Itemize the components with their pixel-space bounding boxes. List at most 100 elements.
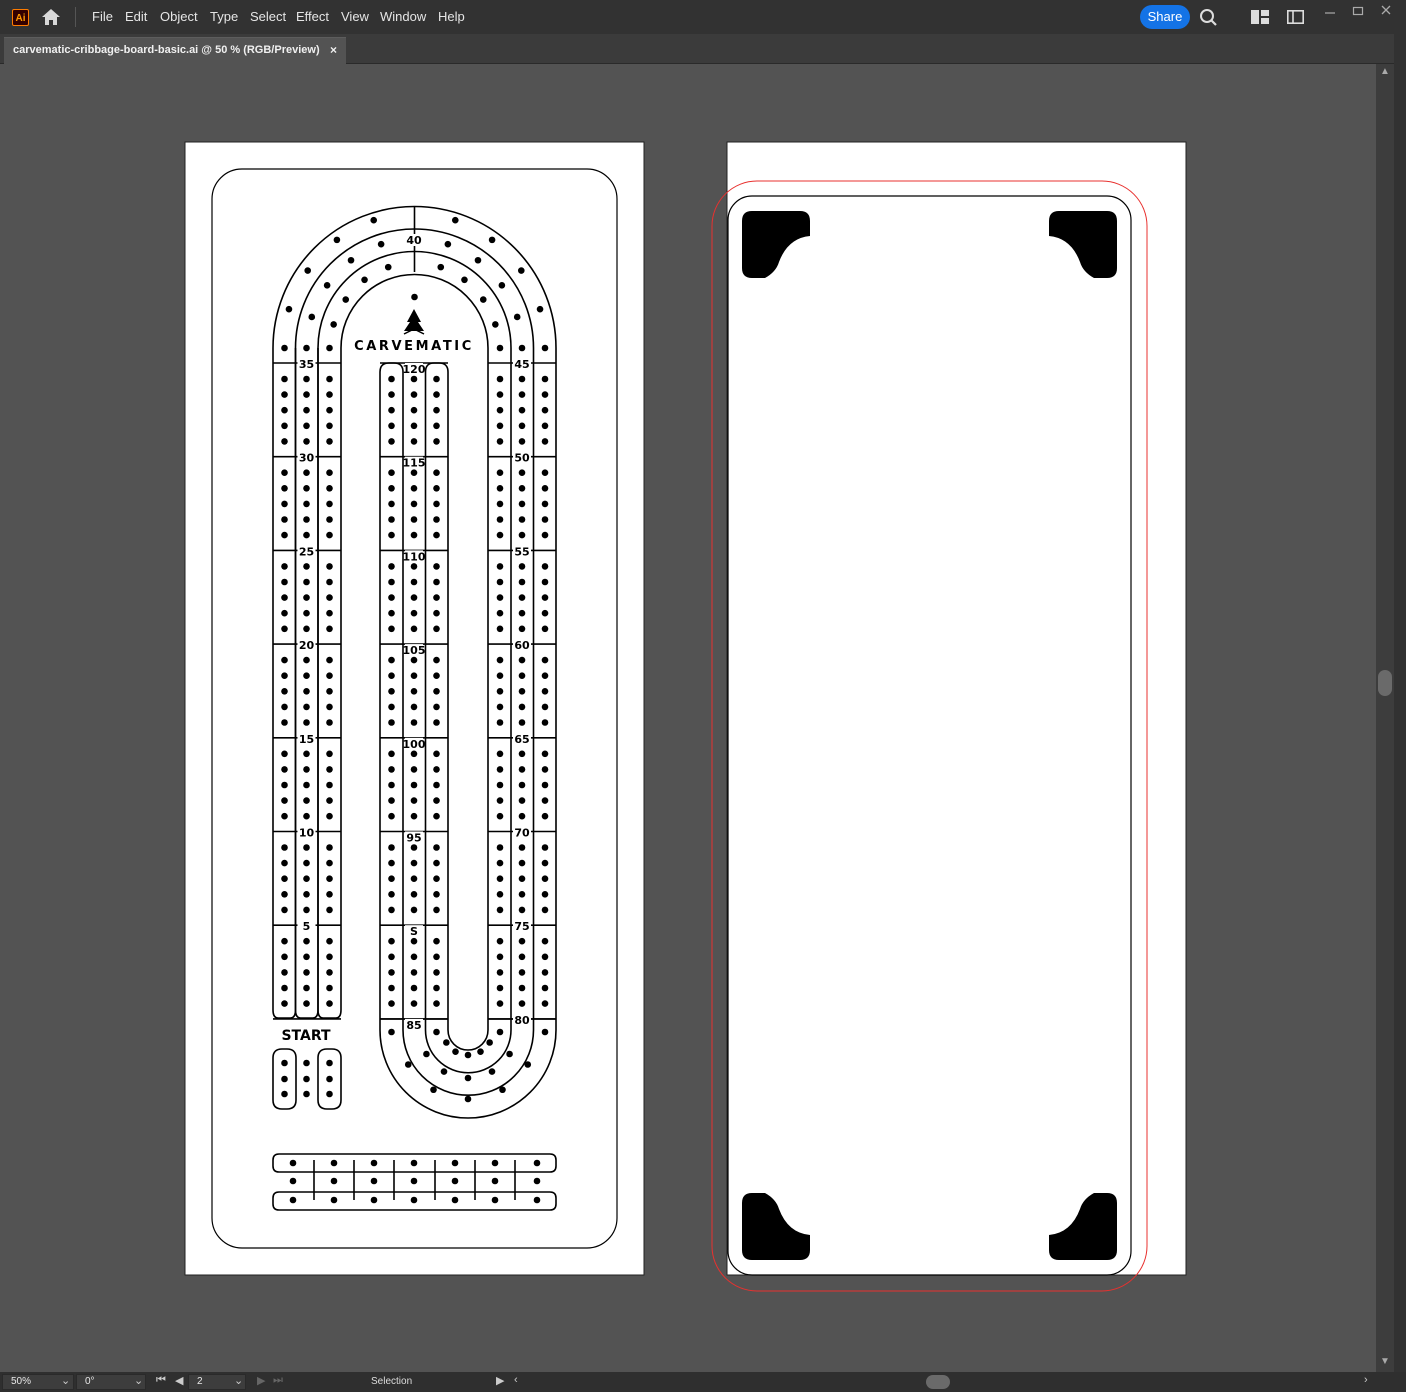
peg-hole (281, 578, 288, 586)
last-artboard-icon[interactable]: ⏭ (273, 1374, 283, 1387)
peg-hole (518, 688, 526, 695)
scroll-left-icon[interactable]: ‹ (514, 1374, 518, 1386)
peg-hole (281, 531, 288, 539)
menu-file[interactable]: File (92, 9, 113, 24)
track-number-label: 35 (299, 358, 314, 371)
peg-hole (388, 766, 395, 773)
peg-hole (326, 703, 333, 711)
peg-hole (496, 937, 504, 945)
minimize-icon[interactable] (1323, 6, 1337, 20)
peg-hole (496, 375, 504, 383)
peg-hole (464, 1074, 472, 1082)
peg-hole (388, 516, 395, 523)
horizontal-scroll-thumb[interactable] (926, 1375, 950, 1389)
peg-hole (496, 1028, 504, 1036)
peg-hole (433, 1028, 440, 1036)
artboard-dropdown-icon[interactable]: ⌄ (234, 1374, 243, 1387)
menu-window[interactable]: Window (380, 9, 426, 24)
peg-hole (333, 236, 341, 244)
maximize-icon[interactable] (1351, 4, 1365, 18)
previous-artboard-icon[interactable]: ◀ (175, 1374, 183, 1387)
peg-hole (326, 469, 333, 477)
peg-hole (433, 563, 440, 570)
menu-edit[interactable]: Edit (125, 9, 147, 24)
peg-hole (410, 891, 418, 898)
peg-hole (326, 906, 333, 914)
track-number-label: 5 (303, 920, 311, 933)
peg-hole (410, 469, 418, 477)
peg-hole (496, 594, 504, 601)
menu-effect[interactable]: Effect (296, 9, 329, 24)
peg-hole (518, 500, 526, 508)
peg-hole (388, 391, 395, 398)
canvas[interactable]: 35 30 25 20 15 10 5 120 115 110 105 100 95 S 85 45 50 55 6… (0, 64, 1376, 1372)
track-number-label: 15 (299, 733, 314, 746)
vertical-scroll-thumb[interactable] (1378, 670, 1392, 696)
peg-hole (518, 656, 526, 664)
peg-hole (433, 485, 440, 492)
menu-object[interactable]: Object (160, 9, 198, 24)
menu-select[interactable]: Select (250, 9, 286, 24)
peg-hole (518, 844, 526, 851)
status-menu-icon[interactable]: ▶ (496, 1374, 504, 1387)
peg-hole (303, 422, 310, 430)
peg-hole (461, 276, 468, 284)
artboard-2[interactable] (726, 141, 1187, 1276)
peg-hole (496, 875, 504, 882)
next-artboard-icon[interactable]: ▶ (257, 1374, 265, 1387)
peg-hole (303, 781, 310, 789)
current-tool-label[interactable]: Selection (371, 1376, 412, 1387)
peg-hole (518, 750, 526, 758)
peg-hole (440, 1068, 448, 1075)
scroll-right-icon[interactable]: › (1364, 1374, 1368, 1386)
workspace-switcher-icon[interactable] (1287, 10, 1304, 24)
peg-hole (410, 953, 418, 961)
peg-hole (281, 984, 288, 992)
peg-hole (433, 797, 440, 804)
peg-hole (303, 485, 310, 492)
rotation-dropdown-icon[interactable]: ⌄ (134, 1374, 143, 1387)
peg-hole (281, 563, 288, 570)
share-button[interactable]: Share (1140, 5, 1190, 29)
menu-view[interactable]: View (341, 9, 369, 24)
close-icon[interactable] (1379, 3, 1393, 17)
peg-hole (443, 1039, 450, 1046)
peg-hole (326, 391, 333, 398)
peg-hole (433, 1000, 440, 1007)
peg-hole (513, 313, 521, 321)
track-number-label: 20 (299, 639, 315, 652)
track-number-label: 55 (514, 545, 529, 558)
arrange-documents-icon[interactable] (1251, 10, 1269, 24)
peg-hole (433, 781, 440, 789)
home-icon[interactable] (40, 7, 62, 27)
track-number-label: 100 (403, 738, 426, 751)
vertical-scrollbar[interactable]: ▲ ▼ (1376, 64, 1394, 1372)
start-label: START (281, 1028, 331, 1044)
scroll-up-icon[interactable]: ▲ (1380, 66, 1390, 77)
peg-hole (303, 625, 310, 633)
peg-hole (496, 906, 504, 914)
peg-hole (388, 750, 395, 758)
peg-hole (518, 578, 526, 586)
peg-hole (433, 500, 440, 508)
scroll-down-icon[interactable]: ▼ (1380, 1356, 1390, 1367)
menu-type[interactable]: Type (210, 9, 238, 24)
peg-hole (518, 391, 526, 398)
peg-hole (496, 438, 504, 445)
zoom-dropdown-icon[interactable]: ⌄ (61, 1374, 70, 1387)
peg-hole (388, 1028, 395, 1036)
peg-hole (433, 984, 440, 992)
menu-help[interactable]: Help (438, 9, 465, 24)
peg-hole (541, 563, 549, 570)
peg-hole (410, 1196, 418, 1204)
document-tab[interactable]: carvematic-cribbage-board-basic.ai @ 50 … (4, 37, 346, 65)
first-artboard-icon[interactable]: ⏮ (156, 1374, 166, 1387)
peg-hole (388, 891, 395, 898)
tab-close-icon[interactable]: × (330, 43, 337, 57)
peg-hole (303, 563, 310, 570)
peg-hole (410, 812, 418, 820)
search-icon[interactable] (1199, 8, 1219, 26)
peg-hole (518, 531, 526, 539)
peg-hole (289, 1177, 297, 1185)
track-number-label: S (410, 925, 418, 938)
